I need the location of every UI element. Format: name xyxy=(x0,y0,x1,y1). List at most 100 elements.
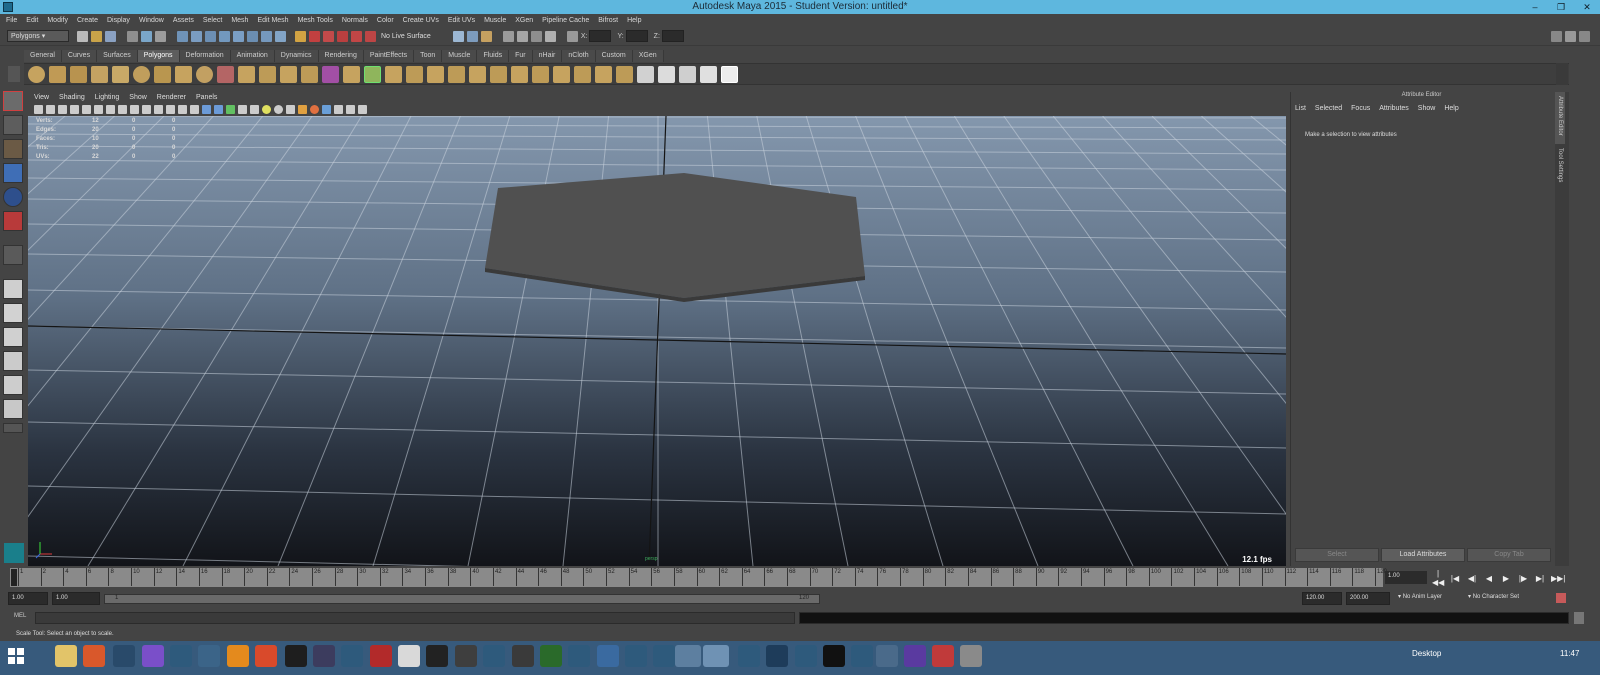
ae-select-button[interactable]: Select xyxy=(1295,548,1379,562)
menu-muscle[interactable]: Muscle xyxy=(484,17,506,24)
toggle-attribute-editor-icon[interactable] xyxy=(516,30,528,42)
menu-window[interactable]: Window xyxy=(139,17,164,24)
ae-menu-selected[interactable]: Selected xyxy=(1315,105,1342,112)
menu-edit[interactable]: Edit xyxy=(26,17,38,24)
close-button[interactable]: ✕ xyxy=(1574,0,1600,14)
shelf-tab-fluids[interactable]: Fluids xyxy=(477,50,510,62)
poly-cone-icon[interactable] xyxy=(91,65,108,83)
append-polygon-icon[interactable] xyxy=(385,65,402,83)
split-polygon-icon[interactable] xyxy=(427,65,444,83)
lock-selection-icon[interactable] xyxy=(295,30,306,42)
go-to-end-icon[interactable]: ▶▶| xyxy=(1551,574,1565,583)
gate-mask-icon[interactable] xyxy=(142,104,151,114)
use-all-lights-icon[interactable] xyxy=(262,104,271,114)
menu-create-uvs[interactable]: Create UVs xyxy=(403,17,439,24)
taskbar-app-icon-20[interactable] xyxy=(823,645,845,667)
poke-face-icon[interactable] xyxy=(553,65,570,83)
separate-icon[interactable] xyxy=(259,65,276,83)
taskbar-app-icon-22[interactable] xyxy=(876,645,898,667)
select-rendering-icon[interactable] xyxy=(261,30,272,42)
absolute-transform-icon[interactable] xyxy=(566,30,578,42)
snap-point-icon[interactable] xyxy=(337,30,348,42)
taskbar-app-icon-10[interactable] xyxy=(483,645,505,667)
menu-assets[interactable]: Assets xyxy=(173,17,194,24)
render-icon[interactable] xyxy=(452,30,464,42)
outliner-persp-layout-icon[interactable] xyxy=(3,399,23,419)
textured-icon[interactable] xyxy=(238,104,247,114)
home-icon[interactable] xyxy=(4,543,24,563)
ae-menu-show[interactable]: Show xyxy=(1418,105,1436,112)
shelf-scroll[interactable] xyxy=(1556,63,1568,85)
select-by-component-icon[interactable] xyxy=(155,30,166,42)
shelf-tab-deformation[interactable]: Deformation xyxy=(179,50,231,62)
wireframe-icon[interactable] xyxy=(190,104,199,114)
poly-sphere-icon[interactable] xyxy=(28,65,45,83)
paint-select-tool-icon[interactable] xyxy=(3,139,23,159)
insert-edge-loop-icon[interactable] xyxy=(448,65,465,83)
menu-select[interactable]: Select xyxy=(203,17,222,24)
screen-space-ao-icon[interactable] xyxy=(286,104,295,114)
visual-studio-icon[interactable] xyxy=(142,645,164,667)
taskbar-app-icon-16[interactable] xyxy=(653,645,675,667)
render-settings-icon[interactable] xyxy=(480,30,492,42)
extract-icon[interactable] xyxy=(616,65,633,83)
shelf-tab-curves[interactable]: Curves xyxy=(61,50,98,62)
film-gate-icon[interactable] xyxy=(118,104,127,114)
poly-cube-icon[interactable] xyxy=(49,65,66,83)
select-by-object-icon[interactable] xyxy=(141,30,152,42)
fill-hole-icon[interactable] xyxy=(406,65,423,83)
taskbar-app-icon-17[interactable] xyxy=(738,645,760,667)
shelf-tab-muscle[interactable]: Muscle xyxy=(442,50,478,62)
offset-edge-loop-icon[interactable] xyxy=(469,65,486,83)
maximize-button[interactable]: ❐ xyxy=(1548,0,1574,14)
vp-menu-panels[interactable]: Panels xyxy=(196,94,217,101)
grid-toggle-icon[interactable] xyxy=(106,104,115,114)
step-back-key-icon[interactable]: |◀ xyxy=(1449,574,1461,583)
open-scene-icon[interactable] xyxy=(91,30,102,42)
combine-icon[interactable] xyxy=(238,65,255,83)
taskbar-app-icon-5[interactable] xyxy=(313,645,335,667)
taskbar-app-icon-23[interactable] xyxy=(904,645,926,667)
smooth-icon[interactable] xyxy=(322,65,339,83)
layout-toggle-icon-2[interactable] xyxy=(1565,30,1576,42)
file-explorer-icon[interactable] xyxy=(55,645,77,667)
viewport-scene[interactable]: persp 12.1 fps xyxy=(28,116,1286,566)
taskbar-clock[interactable]: 11:47 xyxy=(1560,649,1579,658)
taskbar-app-icon-7[interactable] xyxy=(398,645,420,667)
ae-menu-help[interactable]: Help xyxy=(1444,105,1458,112)
select-surfaces-icon[interactable] xyxy=(219,30,230,42)
shelf-tab-rendering[interactable]: Rendering xyxy=(318,50,364,62)
select-joints-icon[interactable] xyxy=(191,30,202,42)
shadows-icon[interactable] xyxy=(274,104,283,114)
poly-soccer-ball-icon[interactable] xyxy=(196,65,213,83)
snap-view-plane-icon[interactable] xyxy=(351,30,362,42)
anim-end-field[interactable]: 120.00 xyxy=(1302,592,1342,605)
wedge-face-icon[interactable] xyxy=(574,65,591,83)
taskbar-app-icon-24[interactable] xyxy=(932,645,954,667)
toggle-modeling-toolkit-icon[interactable] xyxy=(502,30,514,42)
menu-xgen[interactable]: XGen xyxy=(515,17,533,24)
safe-title-icon[interactable] xyxy=(178,104,187,114)
poly-cylinder-icon[interactable] xyxy=(70,65,87,83)
filezilla-icon[interactable] xyxy=(370,645,392,667)
collapse-icon[interactable] xyxy=(532,65,549,83)
z-field[interactable] xyxy=(661,30,684,42)
ipr-render-icon[interactable] xyxy=(466,30,478,42)
shelf-tab-custom[interactable]: Custom xyxy=(595,50,633,62)
multisample-aa-icon[interactable] xyxy=(310,104,319,114)
auto-key-icon[interactable] xyxy=(1556,593,1566,603)
extrude-icon[interactable] xyxy=(343,65,360,83)
persp-hypershade-layout-icon[interactable] xyxy=(3,375,23,395)
current-frame-field[interactable]: 1.00 xyxy=(1385,571,1427,584)
toolbox-expand-icon[interactable] xyxy=(3,423,23,433)
shelf-tab-general[interactable]: General xyxy=(24,50,62,62)
boolean-difference-icon[interactable] xyxy=(301,65,318,83)
isolate-select-icon[interactable] xyxy=(334,104,343,114)
shelf-tab-xgen[interactable]: XGen xyxy=(632,50,664,62)
firefox-icon[interactable] xyxy=(83,645,105,667)
ae-menu-attributes[interactable]: Attributes xyxy=(1379,105,1409,112)
depth-of-field-icon[interactable] xyxy=(322,104,331,114)
shelf-menu-icon[interactable] xyxy=(8,66,20,82)
resolution-gate-icon[interactable] xyxy=(130,104,139,114)
taskbar-app-icon-15[interactable] xyxy=(625,645,647,667)
